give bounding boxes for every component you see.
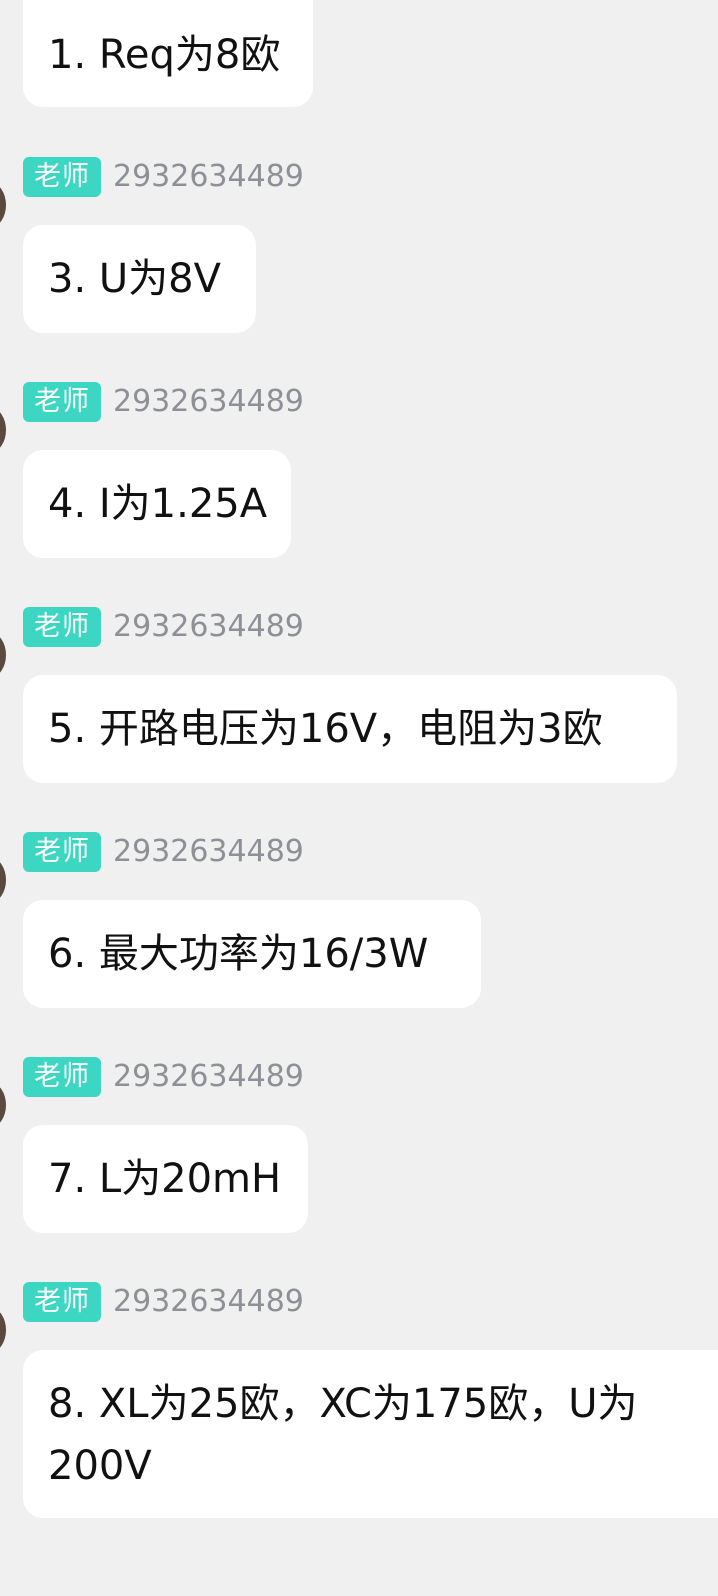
avatar[interactable]	[0, 183, 6, 227]
sender-id[interactable]: 2932634489	[113, 1057, 304, 1097]
sender-id[interactable]: 2932634489	[113, 832, 304, 872]
avatar[interactable]	[0, 408, 6, 452]
message-bubble[interactable]: 5. 开路电压为16V，电阻为3欧	[23, 675, 677, 783]
message-bubble[interactable]: 1. Req为8欧	[23, 0, 313, 107]
sender-meta: 老师 2932634489	[23, 1057, 304, 1097]
message-bubble[interactable]: 8. XL为25欧，XC为175欧，U为200V	[23, 1350, 718, 1518]
message-bubble[interactable]: 6. 最大功率为16/3W	[23, 900, 481, 1008]
sender-meta: 老师 2932634489	[23, 832, 304, 872]
teacher-badge: 老师	[23, 1282, 101, 1322]
sender-meta: 老师 2932634489	[23, 1282, 304, 1322]
sender-id[interactable]: 2932634489	[113, 607, 304, 647]
sender-meta: 老师 2932634489	[23, 157, 304, 197]
sender-id[interactable]: 2932634489	[113, 382, 304, 422]
avatar[interactable]	[0, 1083, 6, 1127]
avatar[interactable]	[0, 858, 6, 902]
teacher-badge: 老师	[23, 832, 101, 872]
teacher-badge: 老师	[23, 382, 101, 422]
sender-id[interactable]: 2932634489	[113, 157, 304, 197]
avatar[interactable]	[0, 1308, 6, 1352]
sender-id[interactable]: 2932634489	[113, 1282, 304, 1322]
message-bubble[interactable]: 4. I为1.25A	[23, 450, 291, 558]
teacher-badge: 老师	[23, 607, 101, 647]
sender-meta: 老师 2932634489	[23, 382, 304, 422]
message-bubble[interactable]: 3. U为8V	[23, 225, 256, 333]
avatar[interactable]	[0, 633, 6, 677]
teacher-badge: 老师	[23, 157, 101, 197]
teacher-badge: 老师	[23, 1057, 101, 1097]
message-bubble[interactable]: 7. L为20mH	[23, 1125, 308, 1233]
sender-meta: 老师 2932634489	[23, 607, 304, 647]
